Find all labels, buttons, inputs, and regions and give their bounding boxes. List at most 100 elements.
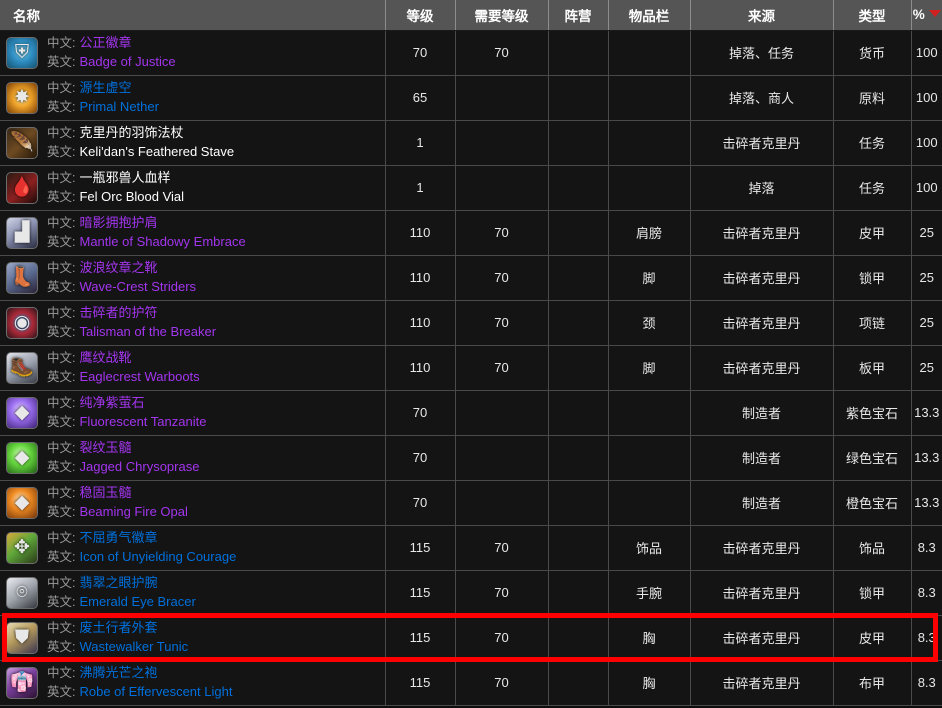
green-gem-icon[interactable]: ◆ xyxy=(6,441,38,474)
required-level-cell: 70 xyxy=(455,570,549,616)
item-name-cn[interactable]: 裂纹玉髓 xyxy=(79,440,131,455)
item-name-en[interactable]: Robe of Effervescent Light xyxy=(79,684,232,699)
table-row[interactable]: ◆ 中文: 稳固玉髓 英文: Beaming Fire Opal 70 制造者 橙色宝石 13.… xyxy=(0,480,942,526)
item-name-cn-line: 中文: 源生虚空 xyxy=(47,79,159,98)
talisman-eye-icon[interactable]: ◉ xyxy=(6,306,38,339)
column-header-source[interactable]: 来源 xyxy=(690,0,834,31)
trinket-icon[interactable]: ✥ xyxy=(6,531,38,564)
item-name-en[interactable]: Emerald Eye Bracer xyxy=(79,594,195,609)
item-name-cn[interactable]: 纯净紫萤石 xyxy=(79,395,144,410)
badge-of-justice-icon[interactable]: ⛨ xyxy=(6,36,38,69)
item-name-cell[interactable]: 👘 中文: 沸腾光芒之袍 英文: Robe of Effervescent Light xyxy=(0,660,386,706)
item-name-en[interactable]: Icon of Unyielding Courage xyxy=(79,549,236,564)
table-row[interactable]: 👢 中文: 波浪纹章之靴 英文: Wave-Crest Striders 110 70 脚击碎… xyxy=(0,255,942,301)
item-name-en[interactable]: Eaglecrest Warboots xyxy=(79,369,199,384)
item-name-cell[interactable]: ◉ 中文: 击碎者的护符 英文: Talisman of the Breaker xyxy=(0,300,386,346)
item-name-en[interactable]: Talisman of the Breaker xyxy=(79,324,216,339)
item-name-cn[interactable]: 稳固玉髓 xyxy=(79,485,131,500)
item-name-cn[interactable]: 克里丹的羽饰法杖 xyxy=(79,125,183,140)
item-list-table: 名称 等级 需要等级 阵营 物品栏 来源 类型% ⛨ 中文: 公正徽章 英文: Badge of J… xyxy=(0,0,942,706)
cn-label: 中文: xyxy=(47,485,76,500)
type-cell: 任务 xyxy=(833,165,912,211)
item-name-cn[interactable]: 波浪纹章之靴 xyxy=(79,260,157,275)
bracer-icon[interactable]: ⌾ xyxy=(6,576,38,609)
primal-nether-icon[interactable]: ✸ xyxy=(6,81,38,114)
item-name-cell[interactable]: ✸ 中文: 源生虚空 英文: Primal Nether xyxy=(0,75,386,121)
column-header-level[interactable]: 等级 xyxy=(385,0,456,31)
item-name-cell[interactable]: ◆ 中文: 裂纹玉髓 英文: Jagged Chrysoprase xyxy=(0,435,386,481)
item-name-cell[interactable]: 👢 中文: 波浪纹章之靴 英文: Wave-Crest Striders xyxy=(0,255,386,301)
item-name-en[interactable]: Mantle of Shadowy Embrace xyxy=(79,234,245,249)
item-name-cn[interactable]: 翡翠之眼护腕 xyxy=(79,575,157,590)
item-name-cell[interactable]: ✥ 中文: 不屈勇气徽章 英文: Icon of Unyielding Courage xyxy=(0,525,386,571)
table-row[interactable]: ⛊ 中文: 废土行者外套 英文: Wastewalker Tunic 115 70 胸击碎者克… xyxy=(0,615,942,661)
column-header-faction[interactable]: 阵营 xyxy=(548,0,609,31)
item-name-cell[interactable]: ◆ 中文: 稳固玉髓 英文: Beaming Fire Opal xyxy=(0,480,386,526)
slot-cell xyxy=(608,120,691,166)
table-row[interactable]: 🪶 中文: 克里丹的羽饰法杖 英文: Keli'dan's Feathered Stav… xyxy=(0,120,942,166)
feathered-stave-icon[interactable]: 🪶 xyxy=(6,126,38,159)
item-name-cell[interactable]: ⛊ 中文: 废土行者外套 英文: Wastewalker Tunic xyxy=(0,615,386,661)
item-name-cell[interactable]: ⛨ 中文: 公正徽章 英文: Badge of Justice xyxy=(0,30,386,76)
item-name-cell[interactable]: ◆ 中文: 纯净紫萤石 英文: Fluorescent Tanzanite xyxy=(0,390,386,436)
item-name-cn[interactable]: 鹰纹战靴 xyxy=(79,350,131,365)
item-name-en[interactable]: Fluorescent Tanzanite xyxy=(79,414,206,429)
table-row[interactable]: ◆ 中文: 纯净紫萤石 英文: Fluorescent Tanzanite 70 制造者 紫色… xyxy=(0,390,942,436)
item-name-en[interactable]: Keli'dan's Feathered Stave xyxy=(79,144,234,159)
item-name-cn[interactable]: 暗影拥抱护肩 xyxy=(79,215,157,230)
item-name-en-line: 英文: Keli'dan's Feathered Stave xyxy=(47,143,234,162)
column-header-slot[interactable]: 物品栏 xyxy=(608,0,691,31)
item-name-cn-line: 中文: 废土行者外套 xyxy=(47,619,188,638)
robe-icon[interactable]: 👘 xyxy=(6,666,38,699)
table-row[interactable]: ✸ 中文: 源生虚空 英文: Primal Nether 65 掉落、商人 原料 100 xyxy=(0,75,942,121)
item-name-en-line: 英文: Talisman of the Breaker xyxy=(47,323,216,342)
table-row[interactable]: ◆ 中文: 裂纹玉髓 英文: Jagged Chrysoprase 70 制造者 绿色宝石 13… xyxy=(0,435,942,481)
item-name-en[interactable]: Primal Nether xyxy=(79,99,158,114)
item-name-en[interactable]: Beaming Fire Opal xyxy=(79,504,187,519)
column-header-pct[interactable]: % xyxy=(911,0,942,31)
table-row[interactable]: 👘 中文: 沸腾光芒之袍 英文: Robe of Effervescent Light 1… xyxy=(0,660,942,706)
item-name-cn-line: 中文: 稳固玉髓 xyxy=(47,484,188,503)
table-row[interactable]: ✥ 中文: 不屈勇气徽章 英文: Icon of Unyielding Courage 1… xyxy=(0,525,942,571)
item-name-en[interactable]: Wave-Crest Striders xyxy=(79,279,196,294)
item-name-en[interactable]: Jagged Chrysoprase xyxy=(79,459,199,474)
faction-cell xyxy=(548,300,609,346)
item-name-cn[interactable]: 沸腾光芒之袍 xyxy=(79,665,157,680)
item-name-cell[interactable]: 🥾 中文: 鹰纹战靴 英文: Eaglecrest Warboots xyxy=(0,345,386,391)
item-name-cn[interactable]: 击碎者的护符 xyxy=(79,305,157,320)
type-cell: 橙色宝石 xyxy=(833,480,912,526)
item-name-cn[interactable]: 不屈勇气徽章 xyxy=(79,530,157,545)
boots-icon[interactable]: 👢 xyxy=(6,261,38,294)
shoulder-armor-icon[interactable]: ▟ xyxy=(6,216,38,249)
table-row[interactable]: ◉ 中文: 击碎者的护符 英文: Talisman of the Breaker 110 7… xyxy=(0,300,942,346)
table-row[interactable]: ▟ 中文: 暗影拥抱护肩 英文: Mantle of Shadowy Embrace 11… xyxy=(0,210,942,256)
column-header-label: 需要等级 xyxy=(474,8,529,24)
item-name-cell[interactable]: 🪶 中文: 克里丹的羽饰法杖 英文: Keli'dan's Feathered Stav… xyxy=(0,120,386,166)
table-row[interactable]: ⛨ 中文: 公正徽章 英文: Badge of Justice 70 70 掉落、任务 货币 10… xyxy=(0,30,942,76)
item-name-cell[interactable]: ▟ 中文: 暗影拥抱护肩 英文: Mantle of Shadowy Embrace xyxy=(0,210,386,256)
slot-cell xyxy=(608,435,691,481)
item-icon-glyph: ◆ xyxy=(14,402,30,423)
sort-descending-icon[interactable] xyxy=(928,10,941,18)
table-row[interactable]: 🩸 中文: 一瓶邪兽人血样 英文: Fel Orc Blood Vial 1 掉落 任务 100 xyxy=(0,165,942,211)
item-name-cell[interactable]: ⌾ 中文: 翡翠之眼护腕 英文: Emerald Eye Bracer xyxy=(0,570,386,616)
warboots-icon[interactable]: 🥾 xyxy=(6,351,38,384)
column-header-type[interactable]: 类型 xyxy=(833,0,912,31)
item-name-cn[interactable]: 公正徽章 xyxy=(79,35,131,50)
item-name-cell[interactable]: 🩸 中文: 一瓶邪兽人血样 英文: Fel Orc Blood Vial xyxy=(0,165,386,211)
item-name-cn[interactable]: 废土行者外套 xyxy=(79,620,157,635)
item-name-en[interactable]: Fel Orc Blood Vial xyxy=(79,189,184,204)
item-name-cn[interactable]: 一瓶邪兽人血样 xyxy=(79,170,170,185)
tunic-icon[interactable]: ⛊ xyxy=(6,621,38,654)
item-name-en[interactable]: Badge of Justice xyxy=(79,54,175,69)
orange-gem-icon[interactable]: ◆ xyxy=(6,486,38,519)
purple-gem-icon[interactable]: ◆ xyxy=(6,396,38,429)
table-row[interactable]: 🥾 中文: 鹰纹战靴 英文: Eaglecrest Warboots 110 70 脚击碎者克… xyxy=(0,345,942,391)
table-row[interactable]: ⌾ 中文: 翡翠之眼护腕 英文: Emerald Eye Bracer 115 70 手腕 击碎… xyxy=(0,570,942,616)
item-name-en[interactable]: Wastewalker Tunic xyxy=(79,639,188,654)
blood-vial-icon[interactable]: 🩸 xyxy=(6,171,38,204)
item-name-cn[interactable]: 源生虚空 xyxy=(79,80,131,95)
column-header-reqlevel[interactable]: 需要等级 xyxy=(455,0,549,31)
item-name-en-line: 英文: Fel Orc Blood Vial xyxy=(47,188,184,207)
column-header-name[interactable]: 名称 xyxy=(0,0,386,31)
